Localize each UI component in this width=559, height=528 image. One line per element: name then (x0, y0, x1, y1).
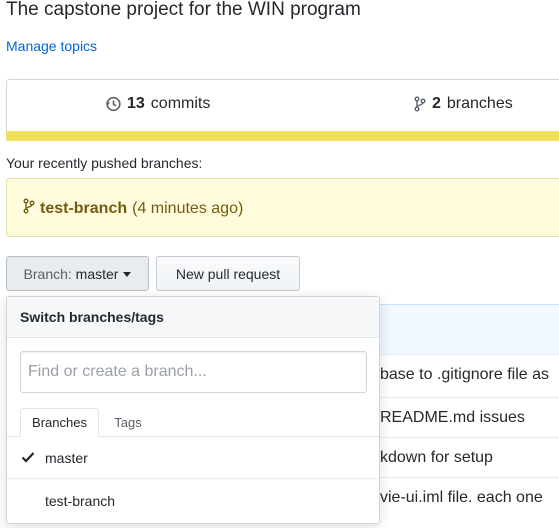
commits-label: commits (150, 95, 211, 112)
commit-tease-bar (380, 304, 559, 355)
check-icon (21, 450, 35, 467)
branches-count: 2 (432, 95, 441, 112)
tab-tags[interactable]: Tags (104, 408, 152, 437)
file-commit-message[interactable]: README.md issues (380, 397, 559, 438)
tab-branches[interactable]: Branches (20, 408, 99, 437)
current-branch: master (75, 265, 119, 282)
branch-select-button[interactable]: Branch: master (6, 256, 149, 291)
history-icon (105, 96, 121, 112)
recent-branch-time: (4 minutes ago) (132, 199, 244, 217)
git-branch-icon (23, 198, 35, 219)
branch-filter-input[interactable] (20, 351, 367, 393)
file-commit-message[interactable]: vie-ui.iml file. each one (380, 477, 559, 518)
caret-down-icon (123, 272, 132, 277)
branch-item-test-branch[interactable]: test-branch (7, 480, 379, 522)
recent-branches-label: Your recently pushed branches: (6, 155, 203, 171)
recent-branch-name[interactable]: test-branch (40, 200, 127, 218)
file-commit-message[interactable]: base to .gitignore file as (380, 354, 559, 395)
branch-item-label: test-branch (45, 493, 116, 509)
git-branch-icon (414, 96, 426, 112)
branch-prefix: Branch: (23, 265, 72, 282)
branches-link[interactable]: 2 branches (414, 95, 513, 113)
language-bar[interactable] (6, 131, 559, 141)
commits-count: 13 (127, 95, 145, 112)
branch-item-master[interactable]: master (7, 437, 379, 479)
commits-link[interactable]: 13 commits (105, 95, 210, 113)
dropdown-title: Switch branches/tags (7, 297, 379, 338)
branches-label: branches (446, 95, 513, 112)
file-commit-message[interactable]: kdown for setup (380, 437, 559, 478)
new-pull-request-button[interactable]: New pull request (156, 256, 300, 291)
manage-topics-link[interactable]: Manage topics (6, 38, 97, 54)
recent-branch-entry: test-branch (4 minutes ago) (23, 198, 243, 219)
branch-item-label: master (45, 449, 88, 466)
repo-description: The capstone project for the WIN program (6, 0, 361, 20)
